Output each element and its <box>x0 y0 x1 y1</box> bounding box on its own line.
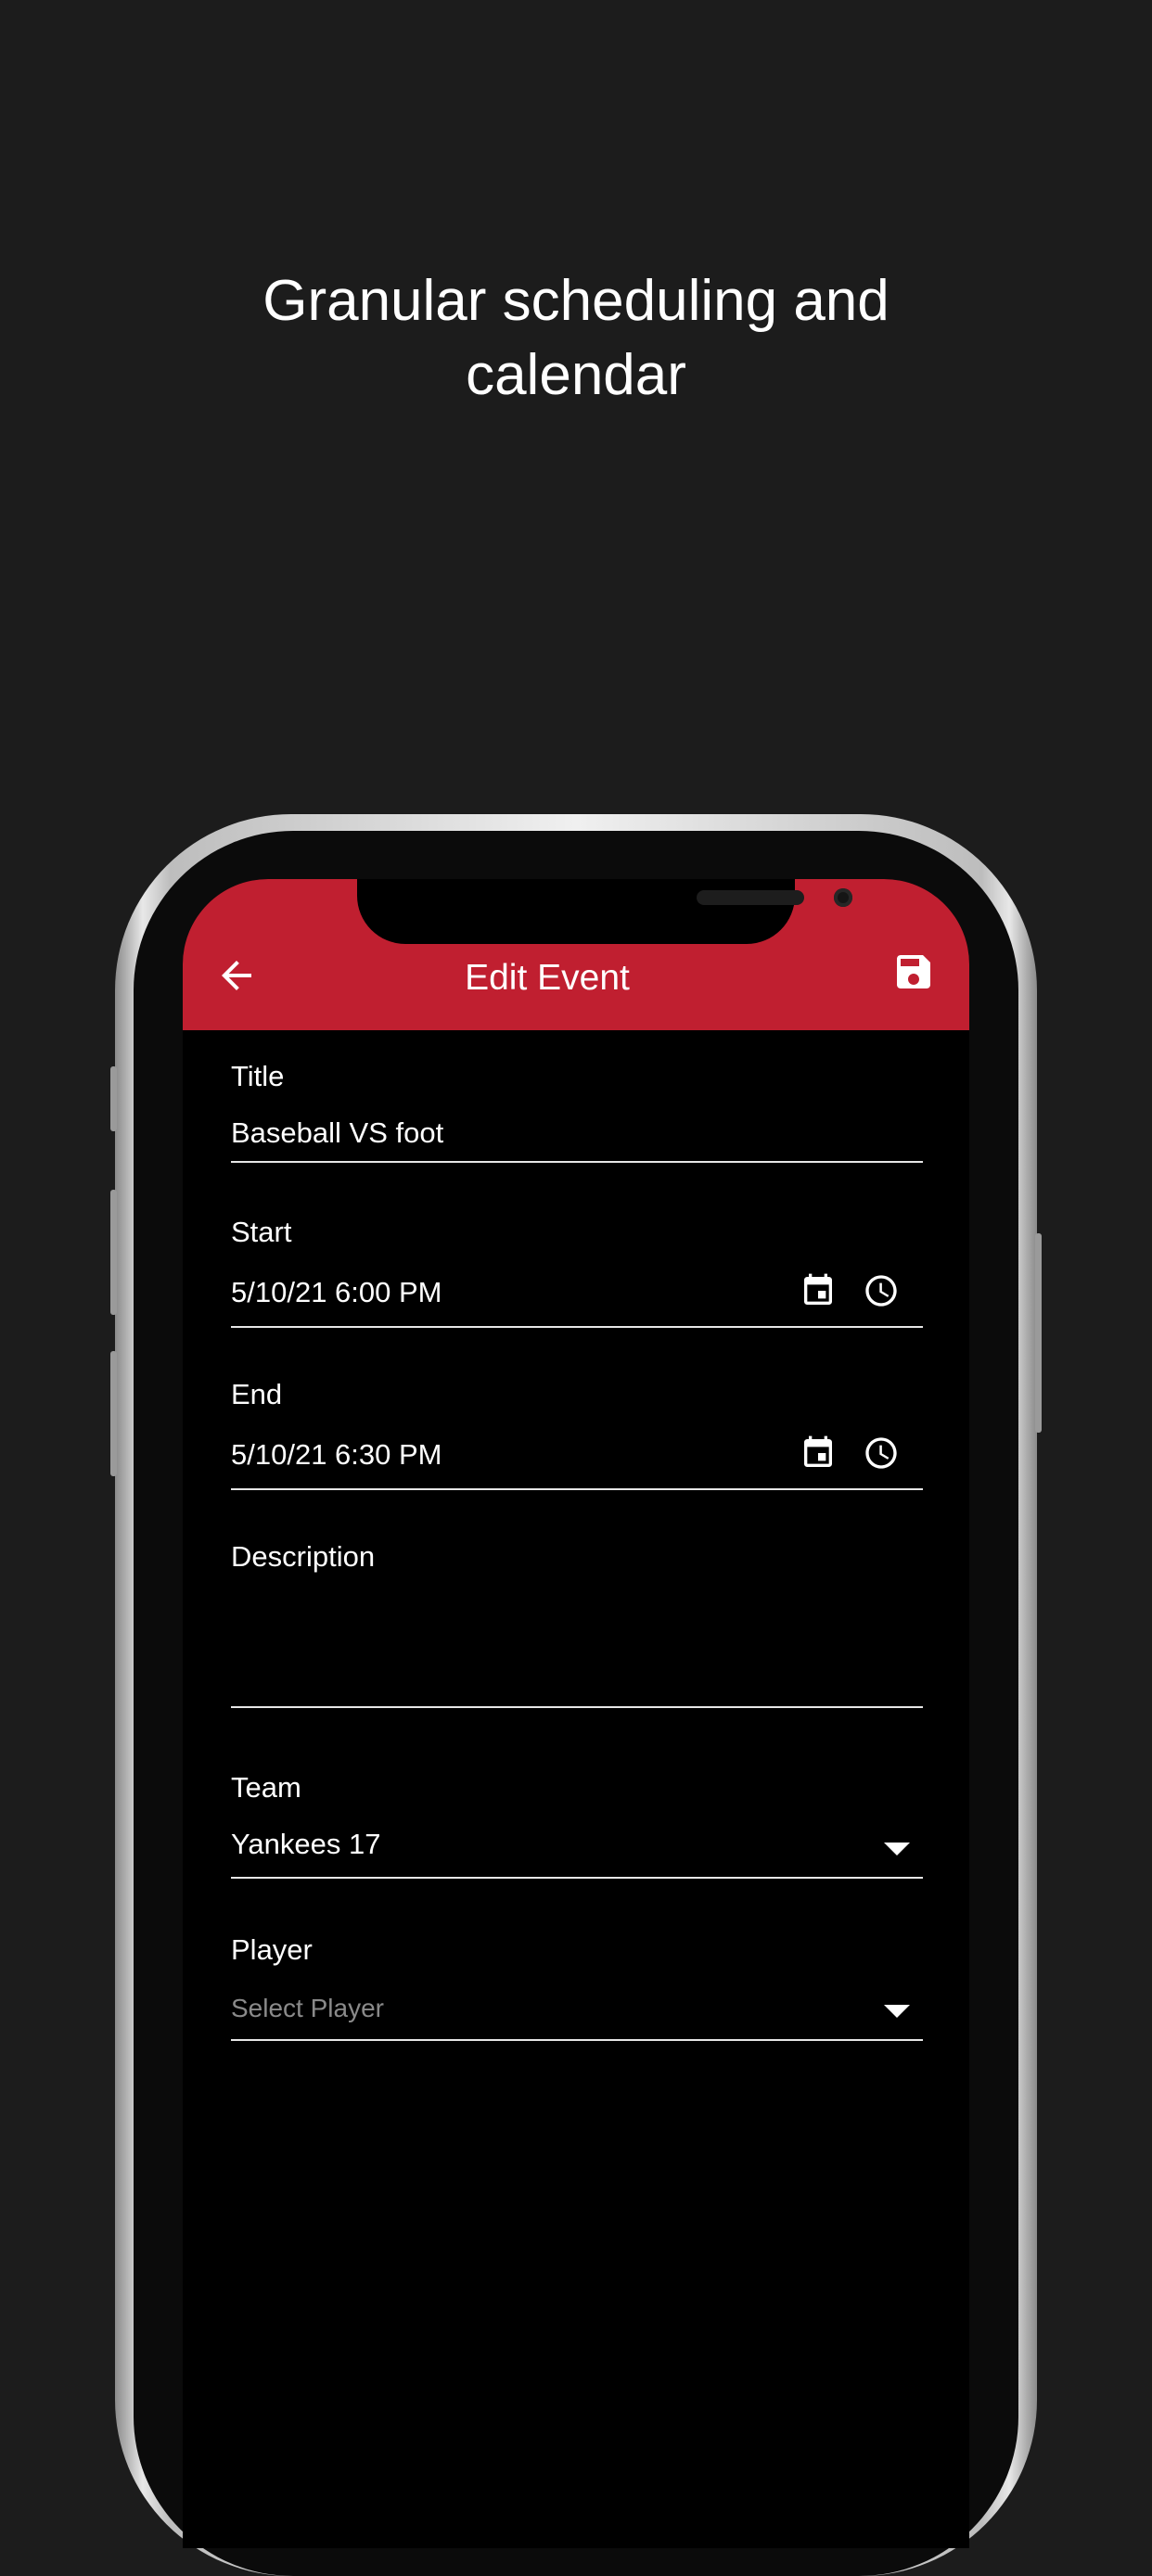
team-field[interactable]: Team Yankees 17 <box>231 1770 923 1885</box>
player-select[interactable]: Select Player <box>231 1991 384 2026</box>
mute-switch <box>110 1066 117 1131</box>
title-label: Title <box>231 1060 285 1092</box>
start-time-button[interactable] <box>863 1272 900 1309</box>
end-field[interactable]: End 5/10/21 6:30 PM <box>231 1377 923 1492</box>
player-label: Player <box>231 1933 313 1966</box>
chevron-down-icon[interactable] <box>884 2005 910 2018</box>
headline-line-1: Granular scheduling and <box>262 269 890 333</box>
volume-down-button <box>110 1351 117 1476</box>
clock-icon <box>865 1275 897 1307</box>
player-field[interactable]: Player Select Player <box>231 1932 923 2047</box>
team-select[interactable]: Yankees 17 <box>231 1827 380 1862</box>
clock-icon <box>865 1437 897 1469</box>
page-title: Edit Event <box>465 958 630 998</box>
description-input[interactable] <box>231 1600 923 1692</box>
team-label: Team <box>231 1771 301 1804</box>
power-button <box>1035 1233 1042 1433</box>
end-date-button[interactable] <box>800 1435 837 1472</box>
save-button[interactable] <box>891 950 936 994</box>
title-field[interactable]: Title Baseball VS foot <box>231 1059 923 1167</box>
headline-line-2: calendar <box>466 343 686 407</box>
team-underline <box>231 1877 923 1879</box>
start-input[interactable]: 5/10/21 6:00 PM <box>231 1275 442 1310</box>
volume-up-button <box>110 1190 117 1315</box>
speaker-grille <box>697 890 804 905</box>
description-label: Description <box>231 1540 376 1573</box>
front-camera <box>834 888 852 907</box>
calendar-icon <box>804 1273 832 1305</box>
player-underline <box>231 2039 923 2041</box>
save-icon <box>897 955 930 988</box>
start-label: Start <box>231 1216 292 1248</box>
end-label: End <box>231 1378 283 1410</box>
description-field[interactable]: Description <box>231 1539 923 1710</box>
chevron-down-icon[interactable] <box>884 1843 910 1855</box>
start-field[interactable]: Start 5/10/21 6:00 PM <box>231 1215 923 1330</box>
title-input[interactable]: Baseball VS foot <box>231 1116 443 1151</box>
headline: Granular scheduling and calendar <box>0 264 1152 413</box>
calendar-icon <box>804 1435 832 1467</box>
title-underline <box>231 1161 923 1163</box>
end-underline <box>231 1488 923 1490</box>
end-input[interactable]: 5/10/21 6:30 PM <box>231 1437 442 1473</box>
start-underline <box>231 1326 923 1328</box>
description-underline <box>231 1706 923 1708</box>
start-date-button[interactable] <box>800 1272 837 1309</box>
end-time-button[interactable] <box>863 1435 900 1472</box>
phone-screen: Edit Event Title Baseball VS foot Start … <box>183 879 969 2548</box>
phone-notch <box>357 879 852 944</box>
